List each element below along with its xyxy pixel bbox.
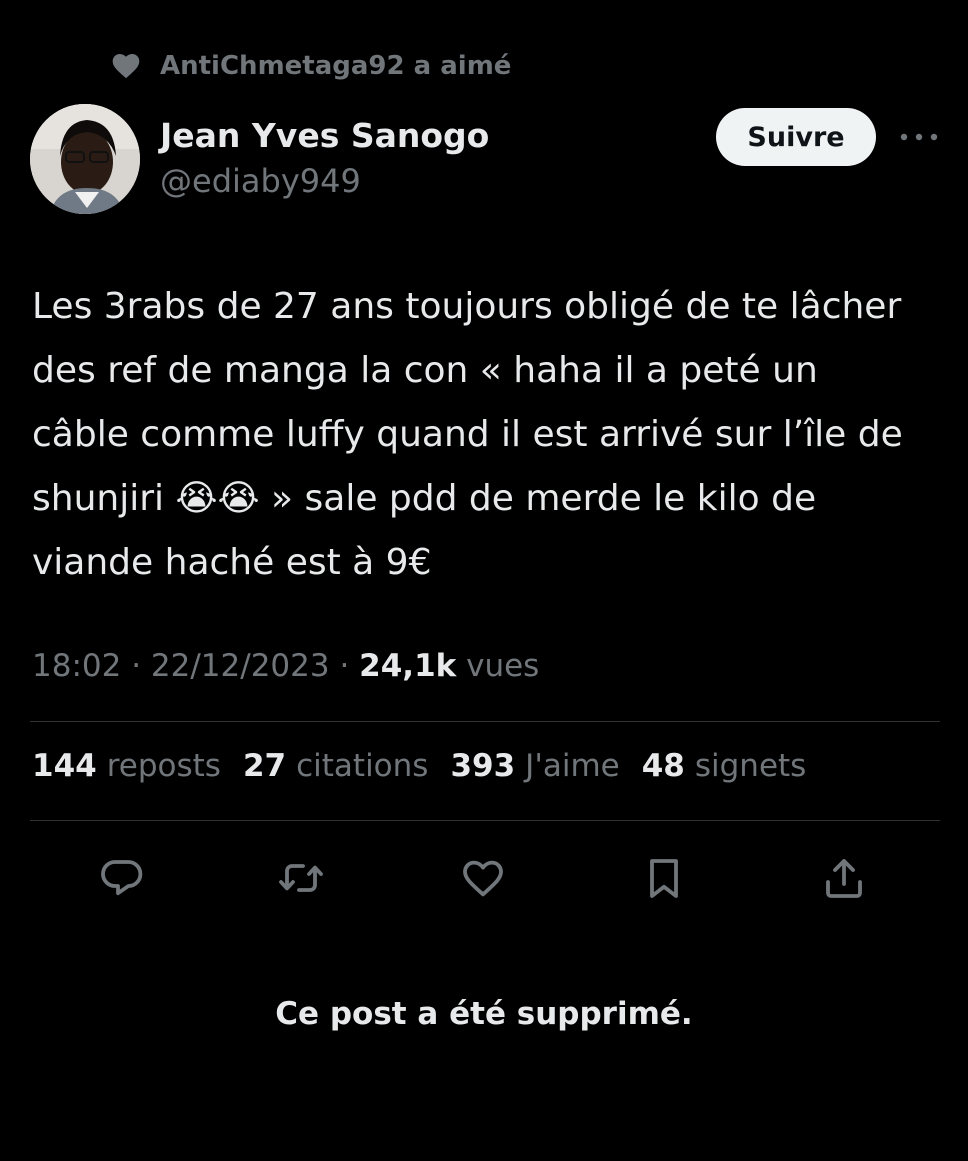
meta-separator: · [121,648,151,684]
likes-stat[interactable]: 393 J'aime [450,748,619,784]
bookmarks-count: 48 [641,748,685,784]
repost-button[interactable] [273,850,329,906]
deleted-notice: Ce post a été supprimé. [275,996,693,1032]
tweet-time[interactable]: 18:02 [32,648,121,684]
meta-separator: · [329,648,360,684]
reply-button[interactable] [94,850,150,906]
tweet-line: shunjiri 😭😭 » sale pdd de merde le kilo … [32,478,817,519]
like-button[interactable] [455,850,511,906]
tweet-stats: 144 reposts 27 citations 393 J'aime 48 s… [32,748,806,784]
more-options-button[interactable] [898,122,940,152]
views-label: vues [456,648,540,684]
social-context[interactable]: AntiChmetaga92 a aimé [110,46,511,86]
author-display-name[interactable]: Jean Yves Sanogo [160,116,489,155]
heart-filled-icon [110,50,142,82]
share-button[interactable] [816,850,872,906]
social-context-text[interactable]: AntiChmetaga92 a aimé [160,51,511,81]
quotes-count: 27 [242,748,287,784]
tweet-meta: 18:02 · 22/12/2023 · 24,1k vues [32,648,539,684]
reply-icon [101,860,143,896]
views-count: 24,1k [359,648,457,684]
likes-label: J'aime [525,748,620,784]
bookmark-icon [650,859,678,898]
divider [30,820,940,821]
tweet-line: Les 3rabs de 27 ans toujours obligé de t… [32,286,902,327]
tweet-line: des ref de manga la con « haha il a peté… [32,350,818,391]
more-dots-icon [900,133,938,141]
repost-icon [279,864,323,892]
divider [30,721,940,722]
tweet-text: Les 3rabs de 27 ans toujours obligé de t… [32,275,947,595]
reposts-stat[interactable]: 144 reposts [32,748,221,784]
tweet-line: câble comme luffy quand il est arrivé su… [32,414,903,455]
share-icon [826,859,862,898]
bookmark-button[interactable] [636,850,692,906]
tweet-date[interactable]: 22/12/2023 [151,648,330,684]
bookmarks-stat[interactable]: 48 signets [642,748,807,784]
reposts-count: 144 [32,748,97,784]
tweet-line: viande haché est à 9€ [32,542,432,583]
reposts-label: reposts [106,748,221,784]
bookmarks-label: signets [694,748,807,784]
heart-outline-icon [463,860,503,897]
quotes-label: citations [296,748,429,784]
avatar[interactable] [30,104,140,214]
likes-count: 393 [450,748,516,784]
author-handle[interactable]: @ediaby949 [160,162,361,200]
follow-button[interactable]: Suivre [716,108,876,166]
quotes-stat[interactable]: 27 citations [243,748,428,784]
